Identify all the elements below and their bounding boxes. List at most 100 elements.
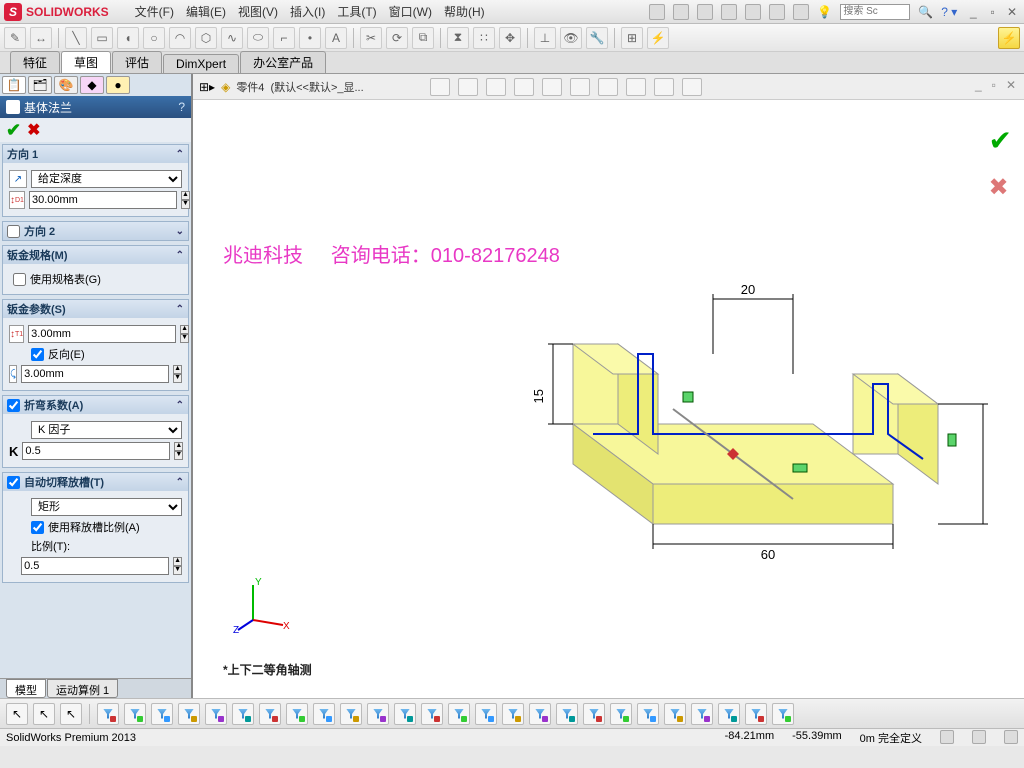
end-condition-select[interactable]: 给定深度 xyxy=(31,170,182,188)
sketch-icon[interactable]: ✎ xyxy=(4,27,26,49)
bend-allowance-checkbox[interactable] xyxy=(7,399,20,412)
search-input[interactable] xyxy=(840,4,910,20)
use-relief-ratio-checkbox[interactable] xyxy=(31,521,44,534)
filter-icon-25[interactable] xyxy=(772,703,794,725)
radius-spinner[interactable]: ▲▼ xyxy=(173,365,182,383)
relief-type-select[interactable]: 矩形 xyxy=(31,498,182,516)
new-icon[interactable] xyxy=(649,4,665,20)
breadcrumb-part[interactable]: 零件4 xyxy=(236,79,264,95)
offset-icon[interactable]: ⧉ xyxy=(412,27,434,49)
filter-icon-15[interactable] xyxy=(502,703,524,725)
depth-spinner[interactable]: ▲▼ xyxy=(181,191,190,209)
group-relief-header[interactable]: 自动切释放槽(T) ⌃ xyxy=(3,473,188,491)
tab-motion[interactable]: 运动算例 1 xyxy=(47,679,118,698)
section-view-icon[interactable] xyxy=(514,78,534,96)
use-gauge-table-checkbox[interactable] xyxy=(13,273,26,286)
filter-icon-4[interactable] xyxy=(205,703,227,725)
quick-snap-icon[interactable]: ⊞ xyxy=(621,27,643,49)
filter-icon-2[interactable] xyxy=(151,703,173,725)
reverse-direction-icon[interactable]: ↗ xyxy=(9,170,27,188)
tab-office[interactable]: 办公室产品 xyxy=(240,51,326,73)
pm-cancel-button[interactable]: ✖ xyxy=(27,120,40,140)
thickness-input[interactable] xyxy=(28,325,176,343)
filter-icon-1[interactable] xyxy=(124,703,146,725)
orientation-triad[interactable]: Y X Z xyxy=(233,575,293,638)
display-icon[interactable]: 👁 xyxy=(560,27,582,49)
ratio-spinner[interactable]: ▲▼ xyxy=(173,557,182,575)
tab-model[interactable]: 模型 xyxy=(6,679,46,698)
view-settings-icon[interactable] xyxy=(682,78,702,96)
help-dropdown-icon[interactable]: ? ▾ xyxy=(941,5,957,19)
group-params-header[interactable]: 钣金参数(S) ⌃ xyxy=(3,300,188,318)
rect-icon[interactable]: ▭ xyxy=(91,27,113,49)
menu-window[interactable]: 窗口(W) xyxy=(383,3,438,20)
k-spinner[interactable]: ▲▼ xyxy=(174,442,183,460)
menu-edit[interactable]: 编辑(E) xyxy=(180,3,232,20)
menu-insert[interactable]: 插入(I) xyxy=(284,3,331,20)
options-icon[interactable] xyxy=(793,4,809,20)
zoom-area-icon[interactable] xyxy=(458,78,478,96)
filter-icon-6[interactable] xyxy=(259,703,281,725)
filter-icon-16[interactable] xyxy=(529,703,551,725)
doc-close-icon[interactable]: ✕ xyxy=(1006,78,1016,92)
close-button[interactable]: ✕ xyxy=(1004,5,1020,19)
point-icon[interactable]: • xyxy=(299,27,321,49)
status-edit-icon[interactable] xyxy=(940,730,954,744)
thickness-spinner[interactable]: ▲▼ xyxy=(180,325,189,343)
view-orientation-icon[interactable] xyxy=(542,78,562,96)
fillet-icon[interactable]: ⌐ xyxy=(273,27,295,49)
open-icon[interactable] xyxy=(673,4,689,20)
bend-type-select[interactable]: K 因子 xyxy=(31,421,182,439)
relief-ratio-input[interactable] xyxy=(21,557,169,575)
select-other-icon[interactable]: ↖ xyxy=(33,703,55,725)
print-icon[interactable] xyxy=(721,4,737,20)
filter-icon-8[interactable] xyxy=(313,703,335,725)
filter-icon-5[interactable] xyxy=(232,703,254,725)
rapid-sketch-icon[interactable]: ⚡ xyxy=(647,27,669,49)
filter-icon-19[interactable] xyxy=(610,703,632,725)
display-style-icon[interactable] xyxy=(570,78,590,96)
tab-sketch[interactable]: 草图 xyxy=(61,51,111,73)
slot-icon[interactable]: ◖ xyxy=(117,27,139,49)
config-tab-icon[interactable]: 🗂 xyxy=(28,76,52,94)
k-factor-input[interactable] xyxy=(22,442,170,460)
circle-icon[interactable]: ○ xyxy=(143,27,165,49)
convert-icon[interactable]: ⟳ xyxy=(386,27,408,49)
menu-file[interactable]: 文件(F) xyxy=(129,3,180,20)
instant3d-icon[interactable]: ⚡ xyxy=(998,27,1020,49)
text-icon[interactable]: A xyxy=(325,27,347,49)
relation-icon[interactable]: ⊥ xyxy=(534,27,556,49)
undo-icon[interactable] xyxy=(745,4,761,20)
filter-icon-12[interactable] xyxy=(421,703,443,725)
pm-help-icon[interactable]: ? xyxy=(178,100,185,114)
filter-icon-18[interactable] xyxy=(583,703,605,725)
doc-restore-icon[interactable]: ▫ xyxy=(992,78,996,92)
filter-icon-23[interactable] xyxy=(718,703,740,725)
previous-view-icon[interactable] xyxy=(486,78,506,96)
filter-icon-9[interactable] xyxy=(340,703,362,725)
status-unit-icon[interactable] xyxy=(972,730,986,744)
confirm-cancel-icon[interactable]: ✖ xyxy=(989,173,1012,202)
filter-icon-14[interactable] xyxy=(475,703,497,725)
filter-icon-10[interactable] xyxy=(367,703,389,725)
filter-icon-7[interactable] xyxy=(286,703,308,725)
mirror-icon[interactable]: ⧗ xyxy=(447,27,469,49)
menu-help[interactable]: 帮助(H) xyxy=(438,3,491,20)
pm-tab-icon[interactable]: 📋 xyxy=(2,76,26,94)
graphics-area[interactable]: ⊞▸ ◈ 零件4 (默认<<默认>_显... _ ▫ ✕ xyxy=(192,74,1024,698)
save-icon[interactable] xyxy=(697,4,713,20)
apply-scene-icon[interactable] xyxy=(654,78,674,96)
auto-relief-checkbox[interactable] xyxy=(7,476,20,489)
menu-tools[interactable]: 工具(T) xyxy=(331,3,382,20)
minimize-button[interactable]: _ xyxy=(965,5,981,19)
filter-icon-17[interactable] xyxy=(556,703,578,725)
group-bend-header[interactable]: 折弯系数(A) ⌃ xyxy=(3,396,188,414)
select-icon[interactable]: ↖ xyxy=(6,703,28,725)
rebuild-icon[interactable] xyxy=(769,4,785,20)
group-gauge-header[interactable]: 钣金规格(M) ⌃ xyxy=(3,246,188,264)
filter-icon-21[interactable] xyxy=(664,703,686,725)
zoom-fit-icon[interactable] xyxy=(430,78,450,96)
tab-feature[interactable]: 特征 xyxy=(10,51,60,73)
render-tab-icon[interactable]: ● xyxy=(106,76,130,94)
tab-dimxpert[interactable]: DimXpert xyxy=(163,54,239,73)
